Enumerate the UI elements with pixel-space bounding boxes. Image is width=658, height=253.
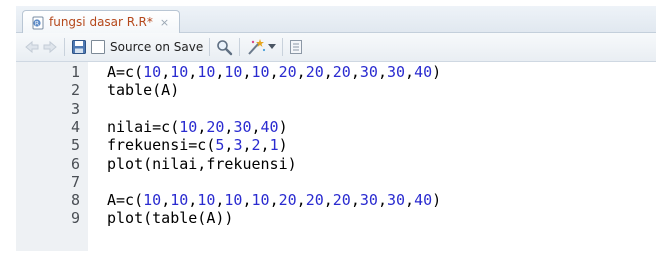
source-on-save-label: Source on Save: [110, 40, 204, 54]
line-number: 7: [70, 172, 80, 191]
line-number: 9: [70, 209, 80, 228]
search-icon[interactable]: [216, 36, 233, 58]
code-line[interactable]: 7: [16, 173, 656, 191]
number-literal: 10: [170, 191, 189, 210]
code-text[interactable]: nilai=c(10,20,30,40): [107, 118, 288, 136]
svg-text:R: R: [35, 20, 39, 27]
number-literal: 20: [332, 63, 351, 81]
number-literal: 10: [251, 63, 270, 81]
number-literal: 20: [305, 191, 324, 210]
source-on-save-checkbox[interactable]: [91, 40, 105, 54]
code-line[interactable]: 9 plot(table(A)): [16, 209, 656, 227]
line-number: 3: [70, 99, 80, 118]
code-text[interactable]: plot(nilai,frekuensi): [107, 155, 297, 173]
line-number: 6: [70, 154, 80, 173]
number-literal: 10: [170, 63, 189, 81]
code-text[interactable]: plot(table(A)): [107, 209, 233, 227]
number-literal: 10: [197, 191, 216, 210]
compile-report-icon[interactable]: [289, 36, 303, 58]
number-literal: 1: [269, 136, 279, 155]
number-literal: 20: [278, 191, 297, 210]
source-on-save-toggle[interactable]: Source on Save: [91, 40, 203, 54]
code-editor[interactable]: 1 A=c(10,10,10,10,10,20,20,20,30,30,40) 2 t…: [16, 62, 656, 251]
code-line[interactable]: 8 A=c(10,10,10,10,10,20,20,20,30,30,40): [16, 191, 656, 209]
line-number: 8: [70, 191, 80, 210]
code-line[interactable]: 4 nilai=c(10,20,30,40): [16, 118, 656, 136]
editor-toolbar: Source on Save: [16, 33, 656, 62]
dropdown-arrow-icon[interactable]: [268, 36, 277, 58]
editor-tab-strip: R fungsi dasar R.R* ×: [16, 6, 656, 33]
code-text[interactable]: A=c(10,10,10,10,10,20,20,20,30,30,40): [107, 63, 441, 81]
magic-wand-icon[interactable]: [246, 36, 266, 58]
toolbar-divider: [282, 38, 284, 56]
number-literal: 10: [224, 63, 243, 81]
code-line[interactable]: 2 table(A): [16, 81, 656, 99]
line-number: 4: [70, 117, 80, 136]
code-line[interactable]: 6 plot(nilai,frekuensi): [16, 155, 656, 173]
forward-arrow-icon[interactable]: [42, 36, 58, 58]
code-line[interactable]: 1 A=c(10,10,10,10,10,20,20,20,30,30,40): [16, 63, 656, 81]
number-literal: 40: [414, 63, 433, 81]
source-editor-pane: R fungsi dasar R.R* × Source on Save 1 A…: [16, 6, 656, 251]
number-literal: 10: [143, 63, 162, 81]
save-icon[interactable]: [71, 36, 87, 58]
toolbar-divider: [239, 38, 241, 56]
number-literal: 10: [197, 63, 216, 81]
number-literal: 3: [233, 136, 243, 155]
number-literal: 40: [414, 191, 433, 210]
code-line[interactable]: 5 frekuensi=c(5,3,2,1): [16, 136, 656, 154]
code-text[interactable]: A=c(10,10,10,10,10,20,20,20,30,30,40): [107, 191, 441, 209]
code-line[interactable]: 3: [16, 100, 656, 118]
line-number: 1: [70, 63, 80, 81]
back-arrow-icon[interactable]: [24, 36, 40, 58]
number-literal: 20: [305, 63, 324, 81]
number-literal: 2: [251, 136, 261, 155]
number-literal: 20: [332, 191, 351, 210]
number-literal: 30: [359, 63, 378, 81]
number-literal: 10: [179, 117, 198, 136]
number-literal: 20: [278, 63, 297, 81]
number-literal: 10: [251, 191, 270, 210]
toolbar-divider: [209, 38, 211, 56]
tab-title: fungsi dasar R.R*: [49, 15, 153, 29]
number-literal: 10: [143, 191, 162, 210]
tab-fungsi-dasar[interactable]: R fungsi dasar R.R* ×: [22, 10, 181, 33]
number-literal: 30: [386, 191, 406, 210]
number-literal: 20: [206, 117, 225, 136]
code-text[interactable]: frekuensi=c(5,3,2,1): [107, 136, 288, 154]
line-number: 2: [70, 81, 80, 100]
number-literal: 10: [224, 191, 243, 210]
r-file-icon: R: [31, 15, 45, 30]
code-text[interactable]: table(A): [107, 81, 179, 99]
number-literal: 30: [233, 117, 252, 136]
number-literal: 30: [359, 191, 378, 210]
number-literal: 40: [260, 117, 279, 136]
number-literal: 5: [215, 136, 225, 155]
toolbar-divider: [64, 38, 65, 56]
line-number: 5: [70, 136, 80, 155]
number-literal: 30: [386, 63, 406, 81]
close-icon[interactable]: ×: [160, 16, 169, 29]
